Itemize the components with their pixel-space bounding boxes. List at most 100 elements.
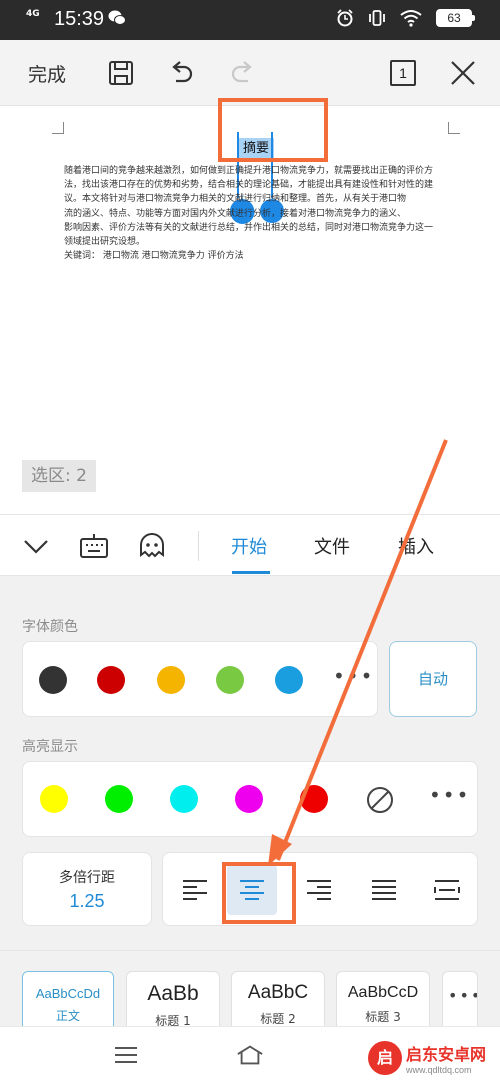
undo-icon [172, 61, 193, 83]
line-spacing-value: 1.25 [69, 891, 105, 911]
save-button[interactable] [104, 56, 138, 90]
tab-insert[interactable]: 插入 [398, 533, 434, 559]
document-keywords: 关键词： 港口物流 港口物流竞争力 评价方法 [64, 251, 244, 262]
assistant-button[interactable] [136, 530, 168, 562]
active-tab-indicator [232, 571, 270, 574]
font-color-swatch[interactable] [157, 666, 185, 694]
paragraph-styles-row: AaBbCcDd 正文 AaBb 标题 1 AaBbC 标题 2 AaBbCcD… [0, 950, 500, 1033]
document-body: 随着港口间的竞争越来越激烈，如何做到正确提升港口物流竞争力，就需要找出正确的评价… [64, 164, 454, 263]
close-icon [451, 61, 475, 85]
font-color-label: 字体颜色 [22, 619, 78, 635]
justify-button[interactable] [366, 871, 402, 907]
watermark-title: 启东安卓网 [406, 1045, 487, 1064]
redo-button[interactable] [226, 56, 260, 90]
battery-indicator: 63 [436, 9, 475, 27]
keyboard-button[interactable] [78, 530, 110, 562]
more-font-colors-button[interactable]: ••• [333, 664, 374, 688]
top-toolbar: 完成 1 [0, 40, 500, 106]
font-color-swatch[interactable] [275, 666, 303, 694]
alarm-icon [337, 9, 353, 27]
vibrate-icon [369, 10, 385, 26]
undo-button[interactable] [164, 56, 198, 90]
distribute-button[interactable] [429, 871, 465, 907]
margin-corner-right [448, 122, 460, 134]
style-name: 标题 2 [260, 1012, 296, 1026]
document-line: 法，找出该港口存在的优势和劣势，结合相关的理论基础，才能提出具有建设性和针对性的… [64, 180, 434, 191]
more-icon: ••• [448, 986, 477, 1005]
highlight-palette: ••• [22, 761, 478, 837]
done-button[interactable]: 完成 [28, 60, 66, 87]
distribute-icon [434, 880, 460, 900]
line-spacing-label: 多倍行距 [59, 870, 115, 886]
page-count-icon: 1 [390, 60, 416, 86]
document-line: 议。本文将针对与港口物流竞争力相关的文献进行归纳和整理。首先，从有关于港口物 [64, 194, 407, 205]
annotation-highlight-align [222, 862, 296, 924]
auto-color-button[interactable]: 自动 [389, 641, 477, 717]
style-heading3-button[interactable]: AaBbCcD 标题 3 [336, 971, 430, 1033]
network-indicator: 4G [26, 9, 40, 19]
font-color-swatch[interactable] [216, 666, 244, 694]
align-right-button[interactable] [301, 871, 337, 907]
font-color-swatch[interactable] [97, 666, 125, 694]
status-bar: 4G 15:39 63 [0, 0, 500, 40]
assistant-face-icon [140, 533, 164, 558]
style-sample: AaBbC [247, 982, 309, 1003]
no-highlight-icon[interactable] [365, 785, 395, 815]
line-spacing-button[interactable]: 多倍行距 1.25 [22, 852, 152, 926]
watermark-logo: 启 [368, 1041, 402, 1075]
redo-icon [231, 61, 252, 83]
tab-start[interactable]: 开始 [231, 533, 267, 559]
highlight-swatch[interactable] [235, 785, 263, 813]
clock: 15:39 [54, 8, 105, 30]
chevron-down-icon [24, 540, 48, 554]
style-body-button[interactable]: AaBbCcDd 正文 [22, 971, 114, 1033]
font-color-palette: ••• [22, 641, 378, 717]
align-right-icon [307, 880, 331, 900]
style-sample: AaBbCcDd [35, 986, 101, 1001]
format-panel: 字体颜色 ••• 自动 高亮显示 ••• 多倍行距 1.25 AaBbCcDd … [0, 576, 500, 1084]
highlight-swatch[interactable] [105, 785, 133, 813]
tab-file[interactable]: 文件 [314, 533, 350, 559]
highlight-label: 高亮显示 [22, 739, 78, 755]
wifi-icon [400, 10, 422, 27]
document-canvas[interactable]: 摘要 随着港口间的竞争越来越激烈，如何做到正确提升港口物流竞争力，就需要找出正确… [0, 98, 500, 506]
align-left-button[interactable] [177, 871, 213, 907]
margin-corner-left [52, 122, 64, 134]
style-heading1-button[interactable]: AaBb 标题 1 [126, 971, 220, 1033]
save-icon [109, 61, 133, 85]
more-styles-button[interactable]: ••• [442, 971, 478, 1033]
style-heading2-button[interactable]: AaBbC 标题 2 [231, 971, 325, 1033]
collapse-button[interactable] [20, 530, 52, 562]
style-name: 正文 [55, 1009, 80, 1023]
highlight-swatch[interactable] [170, 785, 198, 813]
justify-icon [372, 880, 396, 900]
ribbon-tab-bar: 开始 文件 插入 [0, 514, 500, 576]
document-line: 领域提出研究设想。 [64, 237, 146, 248]
watermark-url: www.qdltdq.com [406, 1065, 472, 1075]
document-line: 流的涵义、特点、功能等方面对国内外文献进行分析，接着对港口物流竞争力的涵义、 [64, 208, 407, 219]
menu-icon [115, 1047, 137, 1063]
document-line: 随着港口间的竞争越来越激烈，如何做到正确提升港口物流竞争力，就需要找出正确的评价… [64, 166, 434, 176]
highlight-swatch[interactable] [300, 785, 328, 813]
style-sample: AaBbCcD [347, 984, 419, 1001]
align-left-icon [183, 880, 207, 900]
page-count-button[interactable]: 1 [386, 56, 420, 90]
page-count: 1 [399, 65, 407, 81]
document-line: 影响因素、评价方法等有关的文献进行总结，并作出相关的总结，同时对港口物流竞争力这… [64, 222, 434, 233]
style-name: 标题 3 [365, 1010, 401, 1024]
home-icon [237, 1045, 263, 1065]
alignment-group [162, 852, 478, 926]
font-color-swatch[interactable] [39, 666, 67, 694]
home-button[interactable] [236, 1043, 264, 1067]
highlight-swatch[interactable] [40, 785, 68, 813]
close-button[interactable] [446, 56, 480, 90]
selection-count-badge: 选区: 2 [22, 460, 96, 492]
tab-separator [198, 531, 199, 561]
keyboard-icon [80, 534, 108, 558]
menu-button[interactable] [112, 1043, 140, 1067]
site-watermark: 启 启东安卓网 www.qdltdq.com [368, 1036, 494, 1080]
network-type: 4G [26, 9, 40, 19]
annotation-highlight-title [218, 98, 328, 162]
more-highlight-colors-button[interactable]: ••• [429, 783, 470, 807]
style-sample: AaBb [147, 982, 199, 1005]
